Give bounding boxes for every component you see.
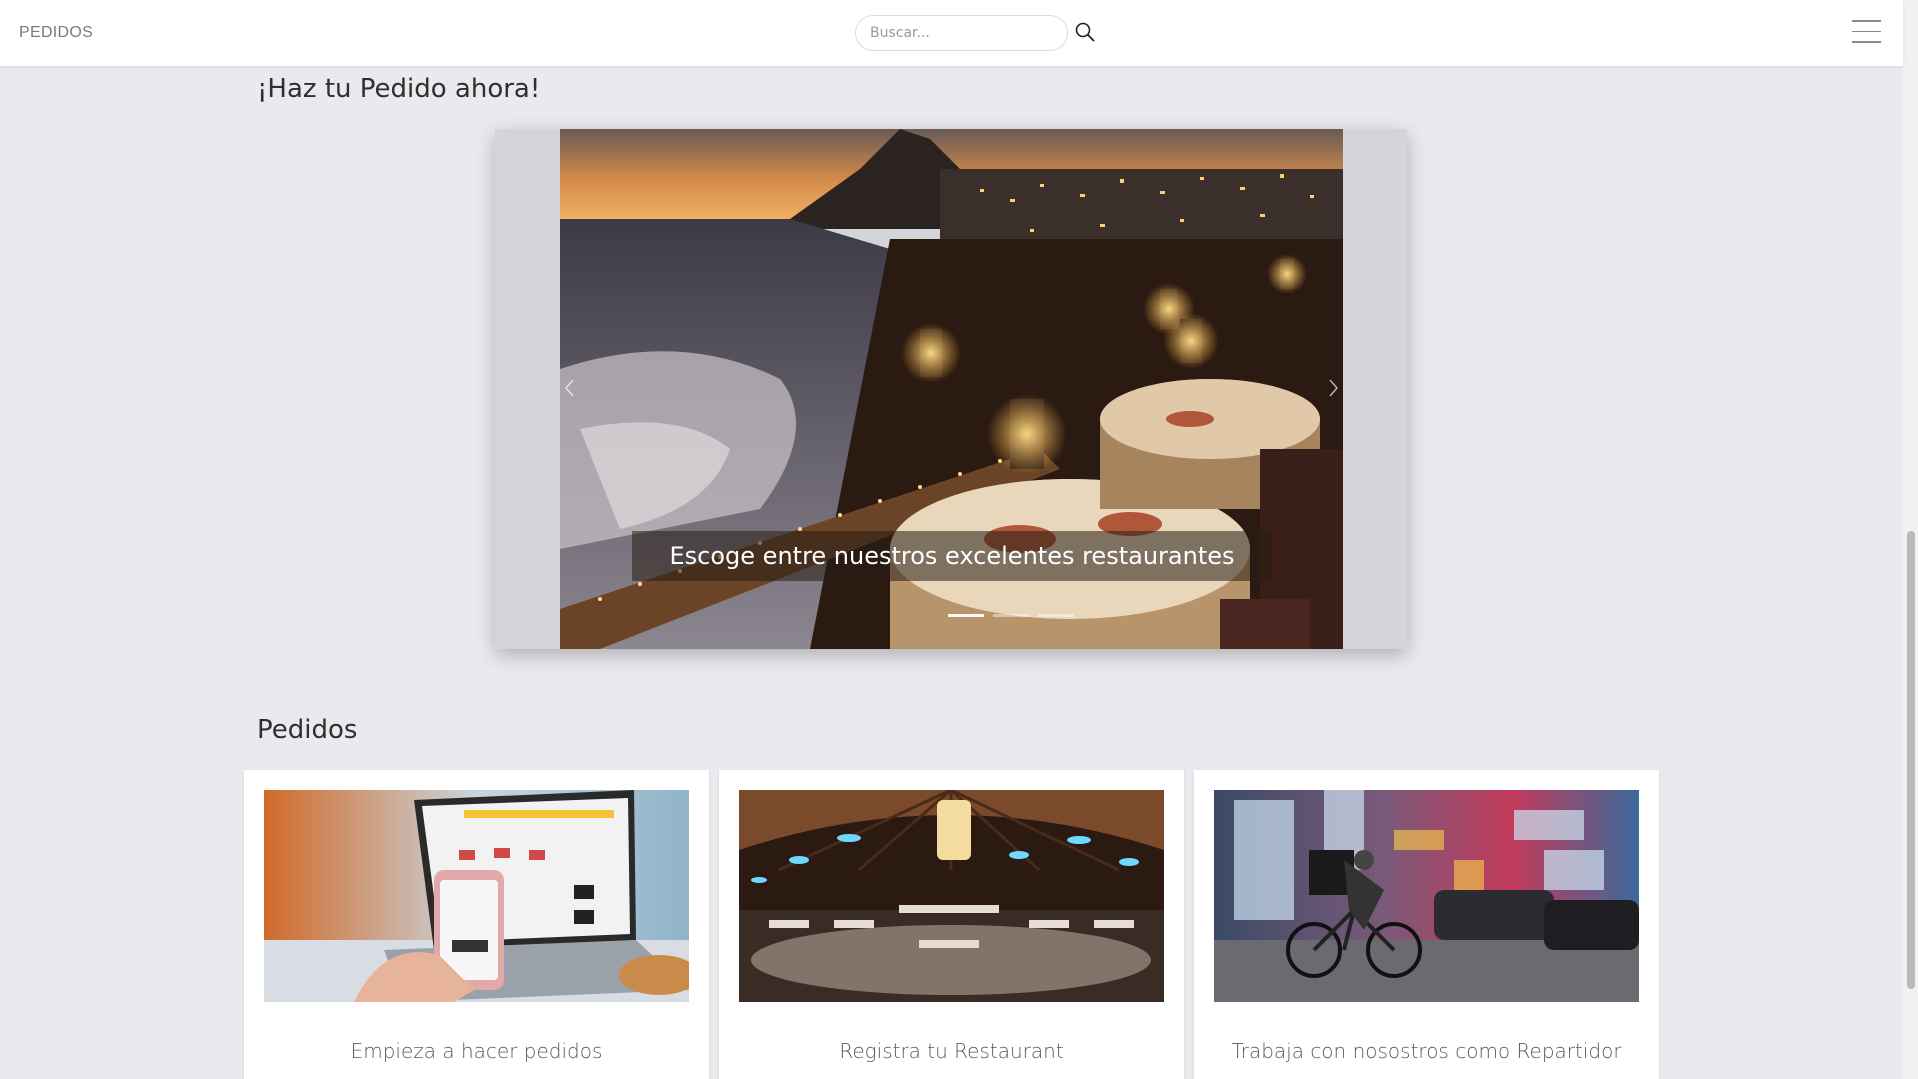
carousel-indicator-2[interactable] — [993, 614, 1029, 617]
carousel-slide-restaurant-beach: Escoge entre nuestros excelentes restaur… — [560, 129, 1343, 649]
carousel-next-button[interactable] — [1318, 374, 1348, 404]
carousel-indicator-3[interactable] — [1038, 614, 1074, 617]
card-start-ordering[interactable]: Empieza a hacer pedidos — [244, 770, 709, 1079]
scrollbar-thumb[interactable] — [1907, 531, 1915, 989]
brand-link[interactable]: PEDIDOS — [19, 24, 93, 42]
card-image-restaurant-interior — [739, 790, 1164, 1002]
carousel-caption: Escoge entre nuestros excelentes restaur… — [632, 531, 1272, 581]
search-button[interactable] — [1072, 20, 1098, 46]
search-icon — [1075, 22, 1095, 41]
pedidos-heading: Pedidos — [257, 715, 358, 745]
card-title-work-as-courier: Trabaja con nosostros como Repartidor — [1231, 1039, 1622, 1063]
top-navbar: PEDIDOS — [0, 0, 1903, 66]
card-image-laptop-phone — [264, 790, 689, 1002]
hamburger-menu-icon — [1852, 20, 1881, 22]
chevron-right-icon — [1329, 379, 1338, 396]
carousel-indicator-1[interactable] — [948, 614, 984, 617]
search-form — [855, 15, 1095, 51]
carousel-indicators — [948, 614, 1083, 618]
hero-carousel: Escoge entre nuestros excelentes restaur… — [495, 129, 1407, 649]
chevron-left-icon — [565, 379, 574, 396]
search-input[interactable] — [855, 15, 1068, 51]
card-register-restaurant[interactable]: Registra tu Restaurant — [719, 770, 1184, 1079]
hamburger-menu-button[interactable] — [1852, 20, 1882, 46]
carousel-prev-button[interactable] — [555, 374, 585, 404]
card-title-start-ordering: Empieza a hacer pedidos — [350, 1039, 603, 1063]
card-image-bike-courier — [1214, 790, 1639, 1002]
card-title-register-restaurant: Registra tu Restaurant — [839, 1039, 1064, 1063]
page-scrollbar[interactable] — [1903, 0, 1918, 1079]
card-work-as-courier[interactable]: Trabaja con nosostros como Repartidor — [1194, 770, 1659, 1079]
order-now-heading: ¡Haz tu Pedido ahora! — [257, 74, 541, 104]
